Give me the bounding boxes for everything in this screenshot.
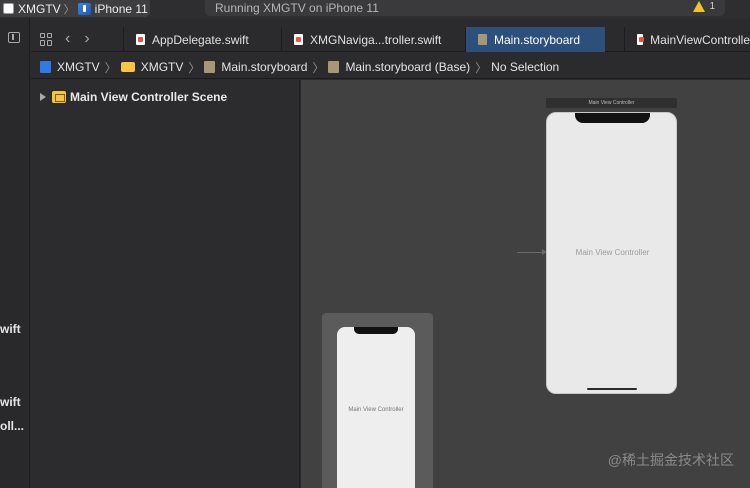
scene-icon	[52, 91, 66, 103]
tab-main-view-controller[interactable]: MainViewControlle	[624, 27, 750, 52]
scene-title-bar[interactable]: Main View Controller	[546, 98, 677, 108]
tab-label: Main.storyboard	[494, 32, 581, 47]
warning-count: 1	[709, 1, 715, 12]
document-outline: Main View Controller Scene	[31, 80, 300, 488]
chevron-right-icon: 〉	[63, 3, 75, 16]
scheme-selector[interactable]: XMGTV 〉 iPhone 11	[0, 0, 150, 17]
chevron-right-icon: 〉	[475, 60, 488, 75]
swift-file-icon	[294, 34, 303, 45]
tab-label: MainViewControlle	[650, 32, 750, 47]
device-notch	[575, 113, 650, 123]
swift-file-icon	[637, 34, 645, 45]
simulator-icon	[77, 2, 91, 15]
main-view-controller-scene[interactable]: Main View Controller Main View Controlle…	[546, 98, 677, 394]
back-arrow-icon[interactable]: ‹	[65, 31, 70, 47]
breadcrumb-label: No Selection	[491, 60, 560, 74]
device-frame-small: Main View Controller	[337, 327, 415, 488]
chevron-right-icon: 〉	[312, 60, 325, 75]
home-indicator	[587, 388, 637, 390]
folder-icon	[120, 62, 135, 72]
disclosure-triangle-icon[interactable]	[40, 93, 46, 101]
top-toolbar: XMGTV 〉 iPhone 11 Running XMGTV on iPhon…	[0, 0, 750, 18]
breadcrumb-group[interactable]: XMGTV	[120, 60, 184, 74]
device-frame[interactable]: Main View Controller	[546, 112, 677, 394]
breadcrumb-label: Main.storyboard	[221, 60, 308, 74]
view-controller-label: Main View Controller	[575, 248, 650, 257]
entry-point-arrow-icon[interactable]	[517, 249, 547, 255]
scene-label: Main View Controller Scene	[70, 90, 228, 104]
device-notch	[354, 327, 398, 334]
activity-status: Running XMGTV on iPhone 11 1	[205, 0, 725, 16]
tab-label: XMGNaviga...troller.swift	[310, 32, 442, 47]
chevron-right-icon: 〉	[104, 60, 117, 75]
navigator-item-fragment[interactable]: wift	[0, 322, 21, 336]
outline-scene-row[interactable]: Main View Controller Scene	[31, 88, 300, 106]
editor-tab-bar: ‹ › AppDelegate.swift XMGNaviga...trolle…	[31, 27, 750, 52]
storyboard-file-icon	[204, 61, 216, 73]
related-items-icon[interactable]	[40, 32, 53, 46]
project-icon	[40, 61, 51, 73]
app-icon	[3, 3, 14, 14]
breadcrumb-file[interactable]: Main.storyboard	[204, 60, 307, 74]
scheme-project-label: XMGTV	[18, 1, 61, 16]
watermark: @稀土掘金技术社区	[607, 452, 734, 468]
storyboard-file-icon	[478, 34, 487, 45]
jump-bar: XMGTV 〉 XMGTV 〉 Main.storyboard 〉 Main.s…	[31, 56, 750, 79]
storyboard-canvas[interactable]: Main View Controller Main View Controlle…	[301, 80, 750, 488]
breadcrumb-selection[interactable]: No Selection	[491, 60, 559, 74]
view-controller-label: Main View Controller	[348, 407, 404, 413]
warning-icon	[693, 1, 706, 12]
breadcrumb-localization[interactable]: Main.storyboard (Base)	[328, 60, 470, 74]
breadcrumb-label: XMGTV	[57, 60, 100, 74]
chevron-right-icon: 〉	[188, 60, 201, 75]
status-text: Running XMGTV on iPhone 11	[215, 1, 379, 15]
warning-indicator[interactable]: 1	[693, 1, 715, 12]
scheme-device-label: iPhone 11	[94, 1, 148, 16]
breadcrumb-label: Main.storyboard (Base)	[345, 60, 471, 74]
sidebar-toggle-icon[interactable]	[8, 32, 20, 43]
navigator-item-fragment[interactable]: wift	[0, 395, 21, 409]
storyboard-file-icon	[328, 61, 340, 73]
tab-main-storyboard[interactable]: Main.storyboard	[465, 27, 605, 52]
project-navigator: wift wift oll...	[0, 18, 30, 488]
scene-preview-thumbnail[interactable]: Main View Controller	[322, 313, 433, 488]
breadcrumb-project[interactable]: XMGTV	[40, 60, 100, 74]
forward-arrow-icon[interactable]: ›	[84, 31, 89, 47]
breadcrumb-label: XMGTV	[140, 60, 184, 74]
navigator-item-fragment[interactable]: oll...	[0, 419, 24, 433]
tab-navigation-controller[interactable]: XMGNaviga...troller.swift	[281, 27, 464, 52]
tab-label: AppDelegate.swift	[152, 32, 249, 47]
swift-file-icon	[136, 34, 145, 45]
tab-appdelegate[interactable]: AppDelegate.swift	[123, 27, 263, 52]
